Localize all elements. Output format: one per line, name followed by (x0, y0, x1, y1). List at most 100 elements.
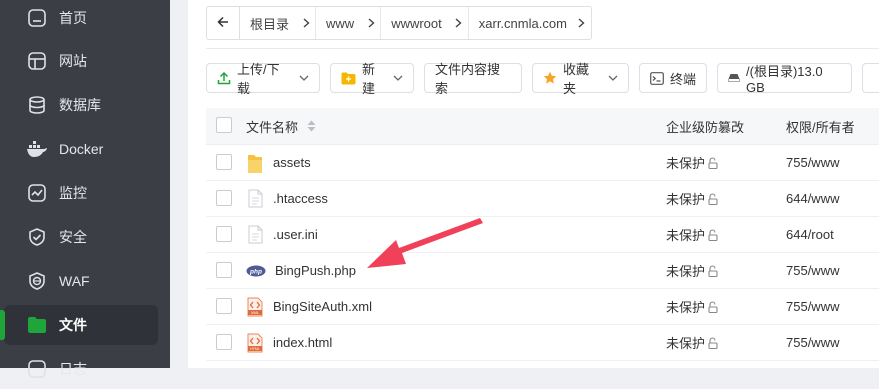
folder-icon (26, 314, 48, 336)
waf-icon (26, 270, 48, 292)
sidebar-item-waf[interactable]: WAF (4, 261, 158, 301)
breadcrumb-item[interactable]: www (316, 7, 382, 39)
unlock-icon[interactable] (707, 264, 719, 277)
permission-cell[interactable]: 755/www (786, 325, 839, 360)
table-row[interactable]: .htaccess 未保护 644/www (206, 181, 879, 217)
protection-status: 未保护 (666, 156, 706, 171)
chevron-right-icon[interactable] (450, 18, 468, 28)
file-content-search-button[interactable]: 文件内容搜索 (424, 62, 522, 96)
permission-cell[interactable]: 644/www (786, 181, 839, 216)
sidebar-item-logs[interactable]: 日志 (4, 349, 158, 389)
sidebar-item-label: WAF (59, 273, 90, 289)
breadcrumb-label: www (326, 15, 355, 31)
file-name: BingPush.php (275, 263, 356, 278)
monitor-icon (26, 182, 48, 204)
sidebar-item-label: Docker (59, 141, 104, 157)
protection-cell[interactable]: 未保护 (666, 145, 719, 180)
sidebar-item-security[interactable]: 安全 (4, 217, 158, 257)
new-folder-icon (341, 72, 356, 85)
more-button[interactable] (862, 63, 879, 93)
sidebar: 首页 网站 数据库 Docker 监控 安全 WAF 文件 日志 (0, 0, 170, 378)
file-name: .user.ini (273, 227, 318, 242)
permission-cell[interactable]: 644/root (786, 217, 834, 252)
chevron-down-icon (393, 75, 403, 81)
chevron-right-icon[interactable] (573, 18, 591, 28)
table-row[interactable]: HTML index.html 未保护 755/www (206, 325, 879, 361)
terminal-label: 终端 (670, 71, 697, 87)
terminal-icon (650, 71, 664, 85)
row-checkbox[interactable] (216, 262, 232, 278)
chevron-down-icon (299, 75, 309, 81)
table-row[interactable]: php BingPush.php 未保护 755/www (206, 253, 879, 289)
breadcrumb-label: 根目录 (250, 16, 290, 32)
sidebar-item-label: 数据库 (59, 97, 101, 113)
sidebar-item-docker[interactable]: Docker (4, 129, 158, 169)
file-name-cell[interactable]: .htaccess (246, 181, 328, 216)
file-name: BingSiteAuth.xml (273, 299, 372, 314)
permission-column-header: 权限/所有者 (786, 119, 855, 135)
sidebar-item-home[interactable]: 首页 (4, 0, 158, 38)
protection-status: 未保护 (666, 300, 706, 315)
row-checkbox[interactable] (216, 226, 232, 242)
unlock-icon[interactable] (707, 336, 719, 349)
unlock-icon[interactable] (707, 228, 719, 241)
table-row[interactable]: .user.ini 未保护 644/root (206, 217, 879, 253)
file-icon (246, 224, 264, 246)
permission-cell[interactable]: 755/www (786, 253, 839, 288)
protection-cell[interactable]: 未保护 (666, 289, 719, 324)
disk-button[interactable]: /(根目录)13.0 GB (717, 63, 852, 95)
sidebar-item-files[interactable]: 文件 (0, 305, 158, 345)
chevron-right-icon[interactable] (362, 18, 380, 28)
name-header-label: 文件名称 (246, 119, 299, 135)
protection-cell[interactable]: 未保护 (666, 325, 719, 360)
protection-cell[interactable]: 未保护 (666, 217, 719, 252)
protection-cell[interactable]: 未保护 (666, 253, 719, 288)
new-label: 新建 (362, 62, 376, 96)
favorites-button[interactable]: 收藏夹 (532, 62, 629, 96)
select-all-checkbox[interactable] (216, 117, 232, 133)
file-name-cell[interactable]: HTML index.html (246, 325, 332, 360)
breadcrumb-label: wwwroot (391, 15, 442, 31)
upload-download-button[interactable]: 上传/下载 (206, 62, 320, 96)
unlock-icon[interactable] (707, 192, 719, 205)
file-manager-panel: 根目录 www wwwroot xarr.cnmla.com 上传/下载 新建 … (188, 0, 879, 368)
new-button[interactable]: 新建 (330, 62, 414, 96)
protection-column-header: 企业级防篡改 (666, 119, 745, 135)
file-name-cell[interactable]: php BingPush.php (246, 253, 356, 288)
table-row[interactable]: assets 未保护 755/www (206, 145, 879, 181)
back-button[interactable] (207, 7, 240, 39)
terminal-button[interactable]: 终端 (639, 63, 707, 93)
unlock-icon[interactable] (707, 300, 719, 313)
row-checkbox[interactable] (216, 298, 232, 314)
chevron-right-icon[interactable] (297, 18, 315, 28)
divider (206, 48, 879, 49)
unlock-icon[interactable] (707, 156, 719, 169)
row-checkbox[interactable] (216, 190, 232, 206)
sort-icon[interactable] (307, 120, 316, 132)
home-icon (26, 7, 48, 29)
row-checkbox[interactable] (216, 334, 232, 350)
file-name-cell[interactable]: .user.ini (246, 217, 318, 252)
table-row[interactable]: XML BingSiteAuth.xml 未保护 755/www (206, 289, 879, 325)
sidebar-item-label: 安全 (59, 229, 87, 245)
protection-cell[interactable]: 未保护 (666, 181, 719, 216)
file-name-cell[interactable]: assets (246, 145, 311, 180)
active-indicator (0, 310, 5, 340)
breadcrumb-item[interactable]: xarr.cnmla.com (469, 7, 591, 39)
permission-cell[interactable]: 755/www (786, 289, 839, 324)
log-icon (26, 358, 48, 380)
file-name-cell[interactable]: XML BingSiteAuth.xml (246, 289, 372, 324)
file-name: .htaccess (273, 191, 328, 206)
sidebar-item-label: 首页 (59, 10, 87, 26)
sidebar-item-website[interactable]: 网站 (4, 41, 158, 81)
folder-icon (246, 152, 264, 174)
xml-file-icon: XML (246, 296, 264, 318)
breadcrumb-item[interactable]: wwwroot (381, 7, 469, 39)
sidebar-item-monitor[interactable]: 监控 (4, 173, 158, 213)
protection-status: 未保护 (666, 192, 706, 207)
breadcrumb-item[interactable]: 根目录 (240, 7, 317, 39)
permission-cell[interactable]: 755/www (786, 145, 839, 180)
name-column-header[interactable]: 文件名称 (246, 108, 316, 144)
row-checkbox[interactable] (216, 154, 232, 170)
sidebar-item-database[interactable]: 数据库 (4, 85, 158, 125)
